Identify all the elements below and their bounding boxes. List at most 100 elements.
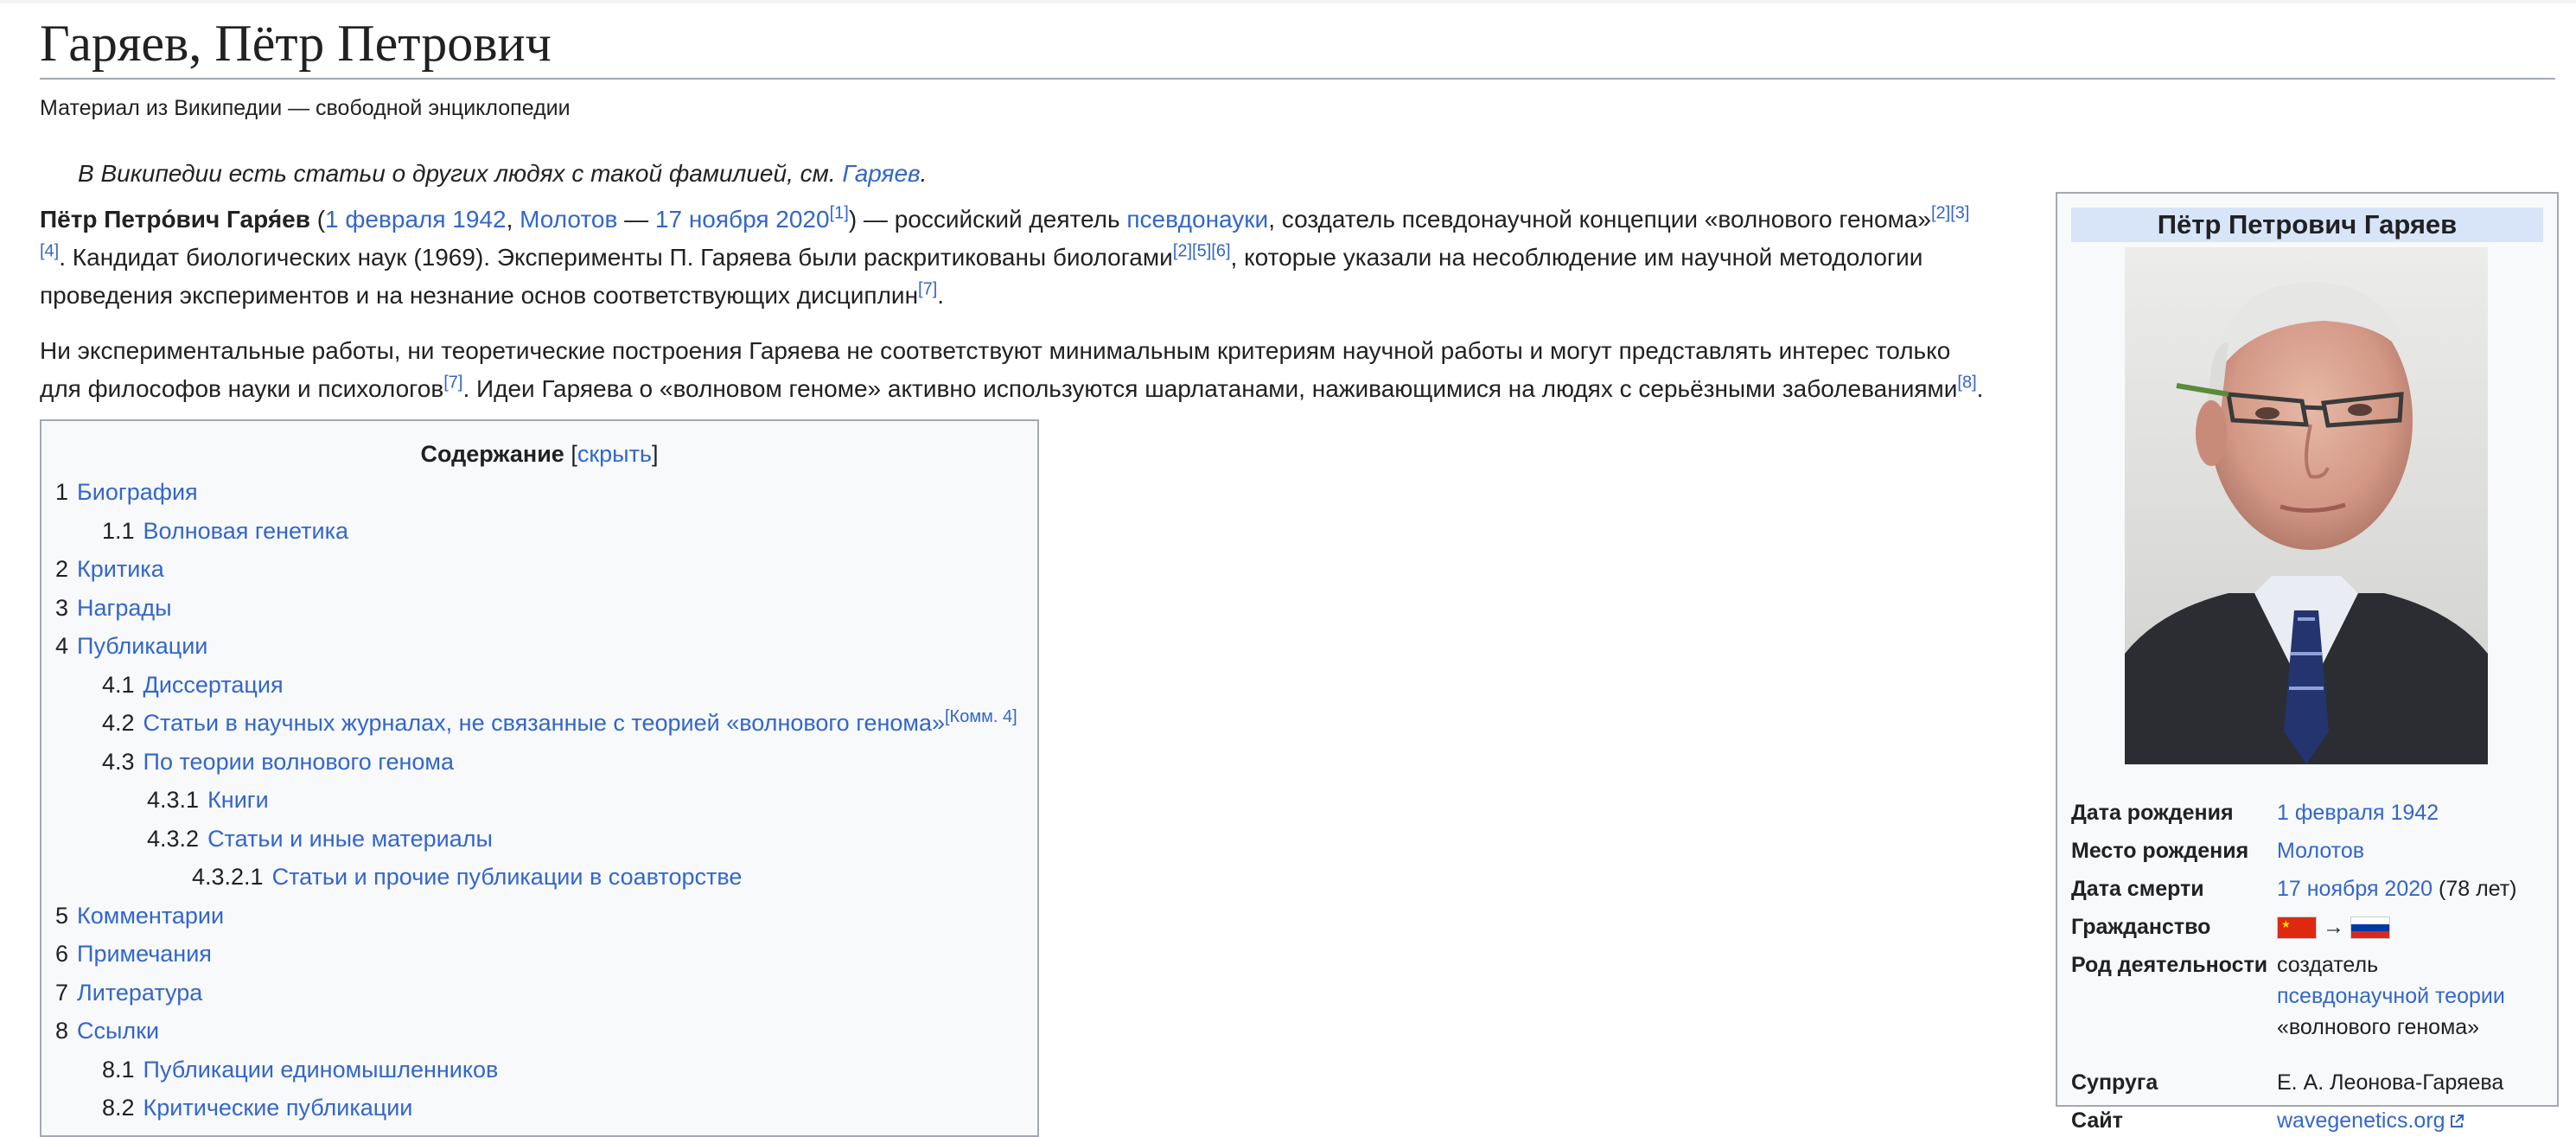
ref-link-6[interactable]: [6] (1211, 242, 1230, 261)
toc-note-link[interactable]: [Комм. 4] (945, 707, 1017, 726)
ref-link-4[interactable]: [4] (40, 242, 59, 261)
text: . Кандидат биологических наук (1969). Эк… (59, 244, 1173, 271)
infobox-value: 1 февраля 1942 (2277, 797, 2548, 828)
toc-item[interactable]: 8.1 Публикации единомышленников (55, 1051, 1017, 1089)
toc-link[interactable]: Волновая генетика (143, 518, 348, 544)
infobox-death-date-link[interactable]: 17 ноября 2020 (2277, 877, 2433, 901)
toc-item[interactable]: 4.1 Диссертация (55, 666, 1017, 705)
toc-link[interactable]: Книги (207, 787, 269, 813)
text: . Идеи Гаряева о «волновом геноме» актив… (462, 375, 1958, 402)
russia-flag-icon[interactable] (2350, 917, 2390, 940)
toc-item[interactable]: 5 Комментарии (55, 897, 1017, 936)
top-border (0, 0, 2576, 3)
toc-number: 4.3.2.1 (192, 864, 264, 890)
toc-item[interactable]: 4.3 По теории волнового генома (55, 743, 1017, 782)
ref-link-2b[interactable]: [2] (1173, 242, 1192, 261)
infobox-value: wavegenetics.org (2277, 1105, 2548, 1136)
infobox-spouse-value: Е. А. Леонова-Гаряева (2277, 1070, 2504, 1095)
toc-bracket-open: [ (564, 441, 577, 467)
china-flag-icon[interactable] (2277, 917, 2317, 940)
text: проведения экспериментов и на незнание о… (40, 282, 919, 309)
toc-bracket-close: ] (652, 441, 659, 467)
toc-link[interactable]: Публикации (77, 633, 207, 659)
website-link[interactable]: wavegenetics.org (2277, 1108, 2445, 1133)
infobox: Пётр Петрович Гаряев Дата рождения 1 фев… (2056, 192, 2559, 1133)
toc-header: Содержание [скрыть] (41, 437, 1037, 471)
toc-item[interactable]: 3 Награды (55, 589, 1017, 628)
birth-place-link[interactable]: Молотов (520, 206, 617, 233)
toc-item[interactable]: 2 Критика (55, 550, 1017, 589)
hatnote-suffix: . (920, 160, 928, 187)
toc-number: 1 (55, 479, 69, 505)
toc-link[interactable]: Публикации единомышленников (143, 1057, 499, 1083)
infobox-title: Пётр Петрович Гаряев (2071, 208, 2543, 242)
infobox-label: Дата смерти (2071, 877, 2204, 901)
toc-item[interactable]: 1.1 Волновая генетика (55, 512, 1017, 551)
toc-link[interactable]: Награды (77, 595, 172, 621)
intro-p2-line-1: Ни экспериментальные работы, ни теоретич… (40, 337, 1951, 364)
intro-paragraph-2: Ни экспериментальные работы, ни теоретич… (40, 332, 2045, 408)
text: для философов науки и психологов (40, 375, 444, 402)
toc-link[interactable]: Статьи и прочие публикации в соавторстве (272, 864, 743, 890)
toc-link[interactable]: Биография (77, 479, 198, 505)
hatnote-text: В Википедии есть статьи о других людях с… (78, 160, 843, 187)
intro-line-2: [4]. Кандидат биологических наук (1969).… (40, 239, 2045, 277)
infobox-label: Место рождения (2071, 839, 2249, 863)
toc-number: 1.1 (102, 517, 135, 544)
toc-link[interactable]: Диссертация (143, 672, 284, 698)
ref-link-1[interactable]: [1] (830, 204, 849, 223)
toc-item[interactable]: 1 Биография (55, 473, 1017, 512)
toc-number: 2 (55, 556, 69, 582)
ref-link-7[interactable]: [7] (918, 280, 937, 299)
toc-link[interactable]: Критические публикации (143, 1095, 413, 1121)
toc-item[interactable]: 4.3.2.1 Статьи и прочие публикации в соав… (55, 858, 1017, 897)
toc-item[interactable]: 4.2 Статьи в научных журналах, не связанн… (55, 704, 1017, 743)
infobox-label: Супруга (2071, 1070, 2158, 1095)
birth-date-link[interactable]: 1 февраля 1942 (325, 206, 507, 233)
toc-link[interactable]: Примечания (77, 941, 212, 967)
infobox-value: 17 ноября 2020 (78 лет) (2277, 873, 2548, 904)
toc-link[interactable]: Статьи и иные материалы (207, 826, 493, 852)
table-of-contents: Содержание [скрыть] 1 Биография 1.1 Волнова… (40, 419, 1039, 1137)
occupation-text-2: «волнового генома» (2277, 1015, 2480, 1039)
toc-link[interactable]: Критика (77, 556, 164, 582)
toc-link[interactable]: По теории волнового генома (143, 749, 454, 775)
infobox-birth-place-link[interactable]: Молотов (2277, 839, 2364, 863)
toc-item[interactable]: 8 Ссылки (55, 1012, 1017, 1051)
toc-link[interactable]: Статьи в научных журналах, не связанные … (143, 710, 945, 736)
pseudoscience-link[interactable]: псевдонауки (1126, 206, 1268, 233)
toc-number: 4.1 (102, 671, 135, 698)
toc-item[interactable]: 4.3.1 Книги (55, 781, 1017, 820)
toc-number: 4.2 (102, 710, 135, 736)
toc-number: 5 (55, 902, 69, 929)
infobox-birth-date-link[interactable]: 1 февраля 1942 (2277, 801, 2439, 825)
occupation-text: создатель (2277, 953, 2379, 977)
occupation-link[interactable]: псевдонаучной теории (2277, 981, 2548, 1012)
toc-item[interactable]: 7 Литература (55, 974, 1017, 1012)
ref-link-3[interactable]: [3] (1950, 204, 1969, 223)
death-date-link[interactable]: 17 ноября 2020 (655, 206, 830, 233)
ref-link-5[interactable]: [5] (1192, 242, 1211, 261)
text: . (1976, 375, 1984, 402)
hatnote: В Википедии есть статьи о других людях с… (78, 157, 927, 190)
intro-line-1: Пётр Петро́вич Гаря́ев (1 февраля 1942 , … (40, 201, 2045, 239)
toc-hide-toggle[interactable]: скрыть (577, 441, 652, 467)
text: ( (309, 206, 326, 233)
toc-number: 4.3 (102, 748, 135, 775)
toc-item[interactable]: 4 Публикации (55, 627, 1017, 666)
hatnote-link[interactable]: Гаряев (842, 160, 920, 187)
ref-link-8[interactable]: [8] (1957, 374, 1976, 393)
toc-link[interactable]: Комментарии (77, 903, 224, 929)
toc-item[interactable]: 8.2 Критические публикации (55, 1089, 1017, 1127)
toc-link[interactable]: Ссылки (77, 1018, 159, 1044)
page-title: Гаряев, Пётр Петрович (40, 9, 2555, 80)
toc-item[interactable]: 4.3.2 Статьи и иные материалы (55, 820, 1017, 859)
toc-link[interactable]: Литература (77, 980, 202, 1006)
ref-link-2[interactable]: [2] (1931, 204, 1950, 223)
toc-list: 1 Биография 1.1 Волновая генетика 2 Критика 3 Н… (55, 473, 1017, 1127)
ref-link-7b[interactable]: [7] (443, 374, 462, 393)
toc-item[interactable]: 6 Примечания (55, 935, 1017, 974)
infobox-value: Молотов (2277, 835, 2548, 866)
infobox-label: Дата рождения (2071, 801, 2234, 825)
portrait-photo[interactable] (2125, 247, 2488, 764)
